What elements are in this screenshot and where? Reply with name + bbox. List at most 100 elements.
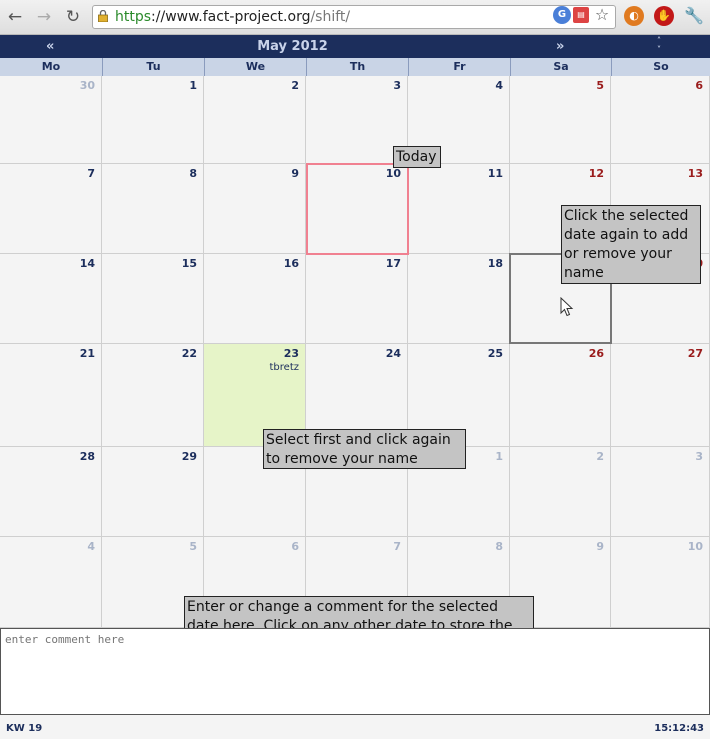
google-translate-icon[interactable]: G [553,6,571,24]
today-highlight [306,163,409,255]
weekday-tu: Tu [102,58,204,76]
calendar-day-cell[interactable]: 26 [510,344,611,447]
calendar-day-cell[interactable]: 30 [0,76,102,164]
weekday-we: We [204,58,306,76]
calendar-day-cell[interactable]: 15 [102,254,204,344]
day-number: 8 [495,540,503,553]
shift-entry-name: tbretz [269,362,299,373]
calendar-grid: 301234567891011121314151617181920212223t… [0,76,710,628]
calendar-day-cell[interactable]: 11 [408,164,510,254]
calendar-day-cell[interactable]: 27 [611,344,710,447]
mouse-cursor-icon [560,297,574,317]
chevron-down-icon: ˅ [657,45,661,54]
weekday-sa: Sa [510,58,611,76]
reload-icon[interactable]: ↻ [62,6,84,28]
day-number: 6 [695,79,703,92]
weekday-th: Th [306,58,408,76]
day-number: 6 [291,540,299,553]
day-number: 28 [79,450,95,463]
day-number: 9 [291,167,299,180]
calendar-day-cell[interactable]: 1 [102,76,204,164]
browser-extension-icon[interactable]: ◐ [624,6,644,26]
address-bar[interactable]: https://www.fact-project.org/shift/ G ▤ … [92,5,616,29]
calendar-week: KW 19 [6,723,43,734]
tooltip-select-first: Select first and click again to remove y… [263,429,466,469]
calendar-day-cell[interactable]: 28 [0,447,102,537]
comment-field[interactable] [0,628,710,715]
day-number: 24 [385,347,401,360]
url-text: https://www.fact-project.org/shift/ [115,6,350,28]
day-number: 2 [291,79,299,92]
day-number: 22 [181,347,197,360]
day-number: 26 [588,347,604,360]
calendar-day-cell[interactable]: 10 [611,537,710,628]
tooltip-today: Today [393,146,441,168]
calendar-day-cell[interactable]: 8 [102,164,204,254]
lock-icon [98,10,108,22]
calendar-day-cell[interactable]: 16 [204,254,306,344]
url-path: /shift/ [310,9,351,25]
day-number: 1 [495,450,503,463]
calendar-day-cell[interactable]: 17 [306,254,408,344]
day-number: 29 [181,450,197,463]
day-number: 2 [596,450,604,463]
weekday-fr: Fr [408,58,510,76]
day-number: 3 [393,79,401,92]
day-number: 14 [79,257,95,270]
browser-toolbar: ← → ↻ https://www.fact-project.org/shift… [0,0,710,35]
day-number: 4 [495,79,503,92]
day-number: 8 [189,167,197,180]
calendar-day-cell[interactable]: 22 [102,344,204,447]
day-number: 3 [695,450,703,463]
calendar-day-cell[interactable]: 14 [0,254,102,344]
day-number: 15 [181,257,197,270]
day-number: 21 [79,347,95,360]
calendar-day-cell[interactable]: 5 [510,76,611,164]
day-number: 27 [687,347,703,360]
month-navigation: « May 2012 » ˄ ˅ [0,35,710,58]
calendar-day-cell[interactable]: 7 [0,164,102,254]
day-number: 23 [283,347,299,360]
weekday-so: So [611,58,710,76]
day-number: 10 [687,540,703,553]
day-number: 9 [596,540,604,553]
day-number: 30 [79,79,95,92]
next-month-button[interactable]: » [556,39,564,54]
day-number: 11 [487,167,503,180]
adblock-icon[interactable]: ✋ [654,6,674,26]
forward-icon[interactable]: → [33,6,55,28]
back-icon[interactable]: ← [4,6,26,28]
calendar-day-cell[interactable]: 9 [204,164,306,254]
day-number: 18 [487,257,503,270]
clock: 15:12:43 [654,723,704,734]
calendar-day-cell[interactable]: 21 [0,344,102,447]
url-host: ://www.fact-project.org [151,9,311,25]
day-number: 7 [393,540,401,553]
day-number: 16 [283,257,299,270]
day-number: 25 [487,347,503,360]
calendar-day-cell[interactable]: 3 [611,447,710,537]
day-number: 7 [87,167,95,180]
status-bar: KW 19 15:12:43 [0,718,710,739]
day-number: 1 [189,79,197,92]
language-flag-icon[interactable]: ▤ [573,7,589,23]
wrench-icon[interactable]: 🔧 [684,6,704,26]
month-title: May 2012 [257,39,328,54]
day-number: 5 [596,79,604,92]
tooltip-selected-date: Click the selected date again to add or … [561,205,701,284]
chevron-up-icon: ˄ [657,36,661,45]
bookmark-star-icon[interactable]: ☆ [593,6,611,24]
url-scheme: https [115,9,152,25]
day-number: 5 [189,540,197,553]
day-number: 12 [588,167,604,180]
toggle-view-button[interactable]: ˄ ˅ [657,36,661,54]
weekday-mo: Mo [41,60,61,73]
day-number: 13 [687,167,703,180]
calendar-day-cell[interactable]: 18 [408,254,510,344]
day-number: 4 [87,540,95,553]
calendar-day-cell[interactable]: 29 [102,447,204,537]
calendar-day-cell[interactable]: 6 [611,76,710,164]
calendar-day-cell[interactable]: 2 [510,447,611,537]
calendar-day-cell[interactable]: 2 [204,76,306,164]
calendar-day-cell[interactable]: 4 [0,537,102,628]
